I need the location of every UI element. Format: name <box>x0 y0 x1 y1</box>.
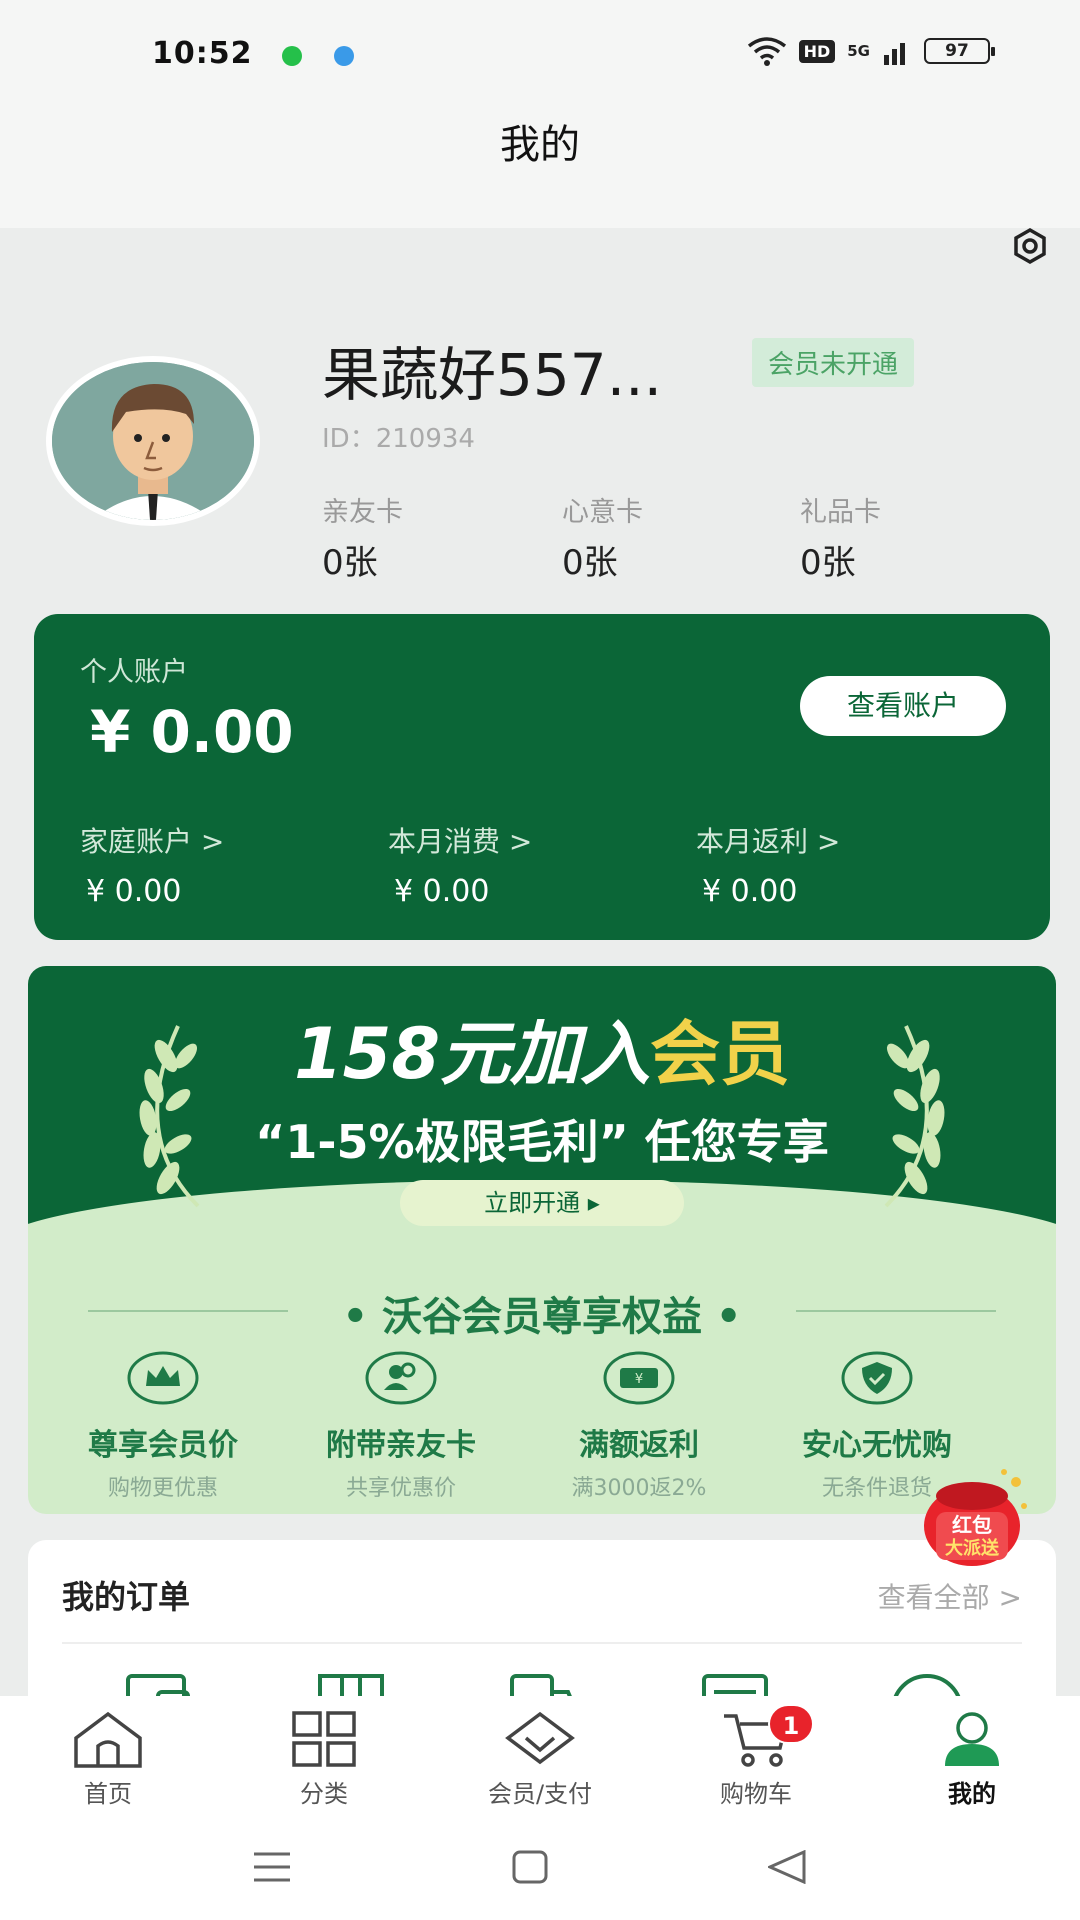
red-packet-line1: 红包 <box>952 1513 992 1537</box>
user-id: ID：210934 <box>322 424 475 454</box>
card-stat-friends[interactable]: 亲友卡 0张 <box>322 490 403 584</box>
benefit-title: 尊享会员价 <box>88 1428 238 1463</box>
battery-level: 97 <box>945 41 969 61</box>
card-stat-label: 礼品卡 <box>800 497 881 528</box>
monthly-spending-label: 本月消费 > <box>388 825 533 858</box>
card-stat-gift[interactable]: 礼品卡 0张 <box>800 490 881 584</box>
status-time: 10:52 <box>152 36 253 71</box>
member-status-badge[interactable]: 会员未开通 <box>752 338 915 387</box>
benefit-subtitle: 购物更优惠 <box>107 1476 218 1501</box>
tab-category[interactable]: 分类 <box>244 1710 404 1809</box>
status-icons: HD 5G 97 <box>747 36 995 66</box>
promo-headline-prefix: 158元加入 <box>293 1013 651 1095</box>
monthly-rebate-label: 本月返利 > <box>696 825 841 858</box>
battery-icon: 97 <box>924 38 995 64</box>
benefit-subtitle: 共享优惠价 <box>345 1476 456 1501</box>
svg-text:¥: ¥ <box>635 1372 643 1387</box>
screen: 10:52 HD 5G 97 我的 果蔬好557... 会员未开通 ID：210… <box>0 0 1080 1920</box>
member-promo-banner[interactable]: 158元加入会员 “1-5%极限毛利” 任您专享 立即开通 ▸ • 沃谷会员尊享… <box>28 966 1056 1514</box>
card-stat-gift-heart[interactable]: 心意卡 0张 <box>562 490 643 584</box>
benefit-friend-card[interactable]: 附带亲友卡 共享优惠价 <box>286 1350 516 1502</box>
tab-label: 会员/支付 <box>487 1780 593 1808</box>
benefit-title: 满额返利 <box>579 1428 699 1463</box>
account-balance: ¥ 0.00 <box>90 698 294 766</box>
benefit-rebate[interactable]: ¥ 满额返利 满3000返2% <box>524 1350 754 1502</box>
promo-subline: “1-5%极限毛利” 任您专享 <box>255 1115 829 1169</box>
tab-member-pay[interactable]: 会员/支付 <box>460 1710 620 1809</box>
view-account-button[interactable]: 查看账户 <box>800 676 1006 736</box>
app-notification-icon <box>334 46 354 66</box>
system-navigation-bar <box>0 1814 1080 1920</box>
monthly-rebate[interactable]: 本月返利 > ¥ 0.00 <box>696 820 840 909</box>
friends-icon <box>365 1351 437 1405</box>
tab-home[interactable]: 首页 <box>28 1710 188 1809</box>
tab-mine[interactable]: 我的 <box>892 1710 1052 1809</box>
monthly-spending-value: ¥ 0.00 <box>394 874 490 909</box>
grid-icon <box>292 1711 356 1767</box>
coupon-icon: ¥ <box>603 1351 675 1405</box>
avatar[interactable] <box>46 356 260 526</box>
bottom-tab-bar: 首页 分类 会员/支付 购物车 1 我的 <box>0 1696 1080 1814</box>
red-packet-line2: 大派送 <box>945 1537 1000 1559</box>
family-account-label: 家庭账户 > <box>80 825 225 858</box>
tab-label: 我的 <box>948 1780 996 1808</box>
benefit-member-price[interactable]: 尊享会员价 购物更优惠 <box>48 1350 278 1502</box>
back-icon[interactable] <box>768 1850 806 1884</box>
hd-indicator: HD <box>798 39 836 63</box>
monthly-spending[interactable]: 本月消费 > ¥ 0.00 <box>388 820 532 909</box>
menu-icon[interactable] <box>252 1850 292 1884</box>
benefit-title: 安心无忧购 <box>802 1428 952 1463</box>
promo-headline: 158元加入会员 <box>28 998 1056 1099</box>
red-packet-promo-icon[interactable]: 红包 大派送 <box>918 1466 1036 1572</box>
card-stat-label: 亲友卡 <box>322 497 403 528</box>
tab-label: 首页 <box>84 1780 132 1808</box>
tab-label: 分类 <box>300 1780 348 1808</box>
monthly-rebate-value: ¥ 0.00 <box>702 874 798 909</box>
account-label: 个人账户 <box>80 657 188 688</box>
tab-cart[interactable]: 购物车 1 <box>676 1704 836 1809</box>
orders-title: 我的订单 <box>62 1578 191 1616</box>
crown-icon <box>127 1351 199 1405</box>
benefit-title: 附带亲友卡 <box>326 1428 476 1463</box>
settings-icon[interactable] <box>1008 224 1052 268</box>
card-stat-value: 0张 <box>562 543 618 583</box>
card-stat-value: 0张 <box>800 543 856 583</box>
top-bar: 10:52 HD 5G 97 我的 <box>0 0 1080 228</box>
tab-label: 购物车 <box>720 1780 792 1808</box>
network-type: 5G <box>847 42 870 60</box>
account-card: 个人账户 ¥ 0.00 查看账户 家庭账户 > ¥ 0.00 本月消费 > ¥ … <box>34 614 1050 940</box>
wechat-notification-icon <box>282 46 302 66</box>
nickname: 果蔬好557... <box>322 341 663 409</box>
user-icon <box>945 1712 999 1766</box>
home-button-icon[interactable] <box>512 1850 548 1884</box>
shield-check-icon <box>841 1351 913 1405</box>
avatar-illustration <box>52 362 254 520</box>
promo-headline-highlight: 会员 <box>650 1013 791 1095</box>
divider <box>62 1642 1022 1644</box>
page-title: 我的 <box>500 122 580 168</box>
diamond-icon <box>505 1711 575 1765</box>
family-account-value: ¥ 0.00 <box>86 874 182 909</box>
home-icon <box>74 1711 142 1768</box>
benefit-subtitle: 满3000返2% <box>571 1476 707 1501</box>
wifi-icon <box>747 37 786 66</box>
signal-icon <box>884 43 905 65</box>
view-all-orders-link[interactable]: 查看全部 > <box>878 1576 1022 1616</box>
open-membership-button[interactable]: 立即开通 ▸ <box>400 1180 684 1226</box>
card-stat-value: 0张 <box>322 543 378 583</box>
family-account[interactable]: 家庭账户 > ¥ 0.00 <box>80 820 224 909</box>
cart-count-badge: 1 <box>768 1704 814 1744</box>
card-stat-label: 心意卡 <box>562 497 643 528</box>
benefits-title: • 沃谷会员尊享权益 • <box>342 1294 742 1340</box>
